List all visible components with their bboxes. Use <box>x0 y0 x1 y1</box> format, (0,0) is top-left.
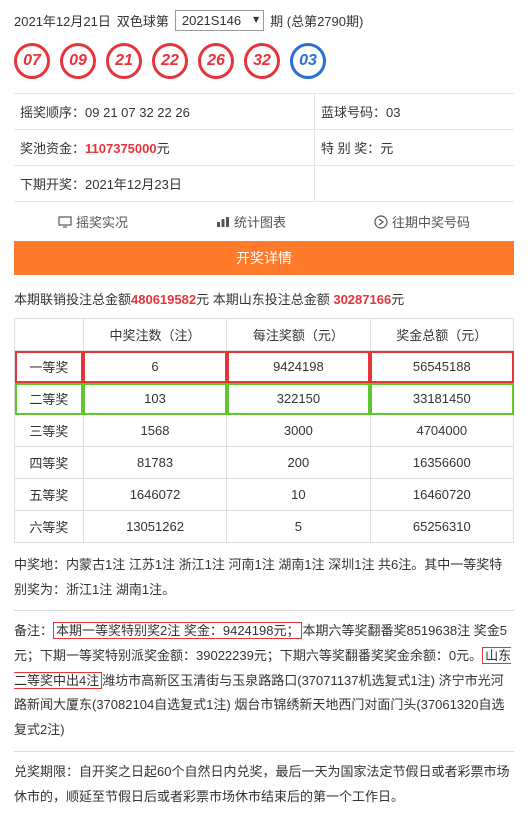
ball-row: 07 09 21 22 26 32 03 <box>14 43 514 79</box>
red-ball: 09 <box>60 43 96 79</box>
red-ball: 21 <box>106 43 142 79</box>
table-row: 二等奖10332215033181450 <box>15 383 514 415</box>
header-line: 2021年12月21日 双色球第 2021S146 期 (总第2790期) <box>14 10 514 31</box>
details-button[interactable]: 开奖详情 <box>14 241 514 275</box>
table-row: 三等奖156830004704000 <box>15 415 514 447</box>
game-name: 双色球第 <box>117 11 169 30</box>
period-select[interactable]: 2021S146 <box>175 10 264 31</box>
nav-links: 摇奖实况 统计图表 往期中奖号码 <box>14 202 514 241</box>
prize-pool: 奖池资金：1107375000元 <box>14 130 314 165</box>
red-ball: 22 <box>152 43 188 79</box>
summary-line: 本期联销投注总金额480619582元 本期山东投注总金额 30287166元 <box>14 285 514 318</box>
note-deadline: 兑奖期限：自开奖之日起60个自然日内兑奖，最后一天为国家法定节假日或者彩票市场休… <box>14 760 514 809</box>
special-prize: 特 别 奖：元 <box>314 130 514 165</box>
th-blank <box>15 319 84 351</box>
nav-stats[interactable]: 统计图表 <box>216 212 286 231</box>
blue-ball: 03 <box>290 43 326 79</box>
arrow-right-icon <box>374 215 388 229</box>
draw-date: 2021年12月21日 <box>14 11 111 30</box>
draw-order: 摇奖顺序：09 21 07 32 22 26 <box>14 94 314 129</box>
red-ball: 32 <box>244 43 280 79</box>
period-suffix: 期 (总第2790期) <box>270 11 363 30</box>
monitor-icon <box>58 215 72 229</box>
table-row: 五等奖16460721016460720 <box>15 479 514 511</box>
notes-section: 中奖地：内蒙古1注 江苏1注 浙江1注 河南1注 湖南1注 深圳1注 共6注。其… <box>14 553 514 809</box>
note-winners: 中奖地：内蒙古1注 江苏1注 浙江1注 河南1注 湖南1注 深圳1注 共6注。其… <box>14 553 514 602</box>
chart-icon <box>216 215 230 229</box>
note-remarks: 备注：本期一等奖特别奖2注 奖金：9424198元；本期六等奖翻番奖851963… <box>14 619 514 742</box>
next-draw: 下期开奖：2021年12月23日 <box>14 166 314 201</box>
blue-number: 蓝球号码：03 <box>314 94 514 129</box>
info-grid: 摇奖顺序：09 21 07 32 22 26 蓝球号码：03 奖池资金：1107… <box>14 93 514 202</box>
red-ball: 26 <box>198 43 234 79</box>
divider <box>14 751 514 752</box>
nav-live[interactable]: 摇奖实况 <box>58 212 128 231</box>
table-row: 一等奖6942419856545188 <box>15 351 514 383</box>
th-total: 奖金总额（元） <box>370 319 513 351</box>
table-row: 六等奖13051262565256310 <box>15 511 514 543</box>
th-per: 每注奖额（元） <box>227 319 370 351</box>
table-row: 四等奖8178320016356600 <box>15 447 514 479</box>
prize-table: 中奖注数（注） 每注奖额（元） 奖金总额（元） 一等奖6942419856545… <box>14 318 514 543</box>
red-ball: 07 <box>14 43 50 79</box>
nav-history[interactable]: 往期中奖号码 <box>374 212 470 231</box>
th-count: 中奖注数（注） <box>83 319 226 351</box>
divider <box>14 610 514 611</box>
